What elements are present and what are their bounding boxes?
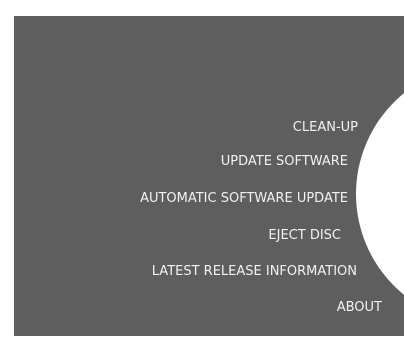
menu-item-about[interactable]: ABOUT: [337, 300, 382, 316]
menu-item-clean-up[interactable]: CLEAN-UP: [293, 120, 358, 136]
menu-wheel: [356, 64, 404, 324]
menu-item-update-software[interactable]: UPDATE SOFTWARE: [221, 154, 348, 170]
menu-item-eject-disc[interactable]: EJECT DISC: [268, 228, 341, 244]
menu-item-automatic-software-update[interactable]: AUTOMATIC SOFTWARE UPDATE: [140, 191, 348, 207]
menu-item-latest-release-information[interactable]: LATEST RELEASE INFORMATION: [152, 264, 357, 280]
menu-panel: CLEAN-UP UPDATE SOFTWARE AUTOMATIC SOFTW…: [14, 16, 404, 336]
